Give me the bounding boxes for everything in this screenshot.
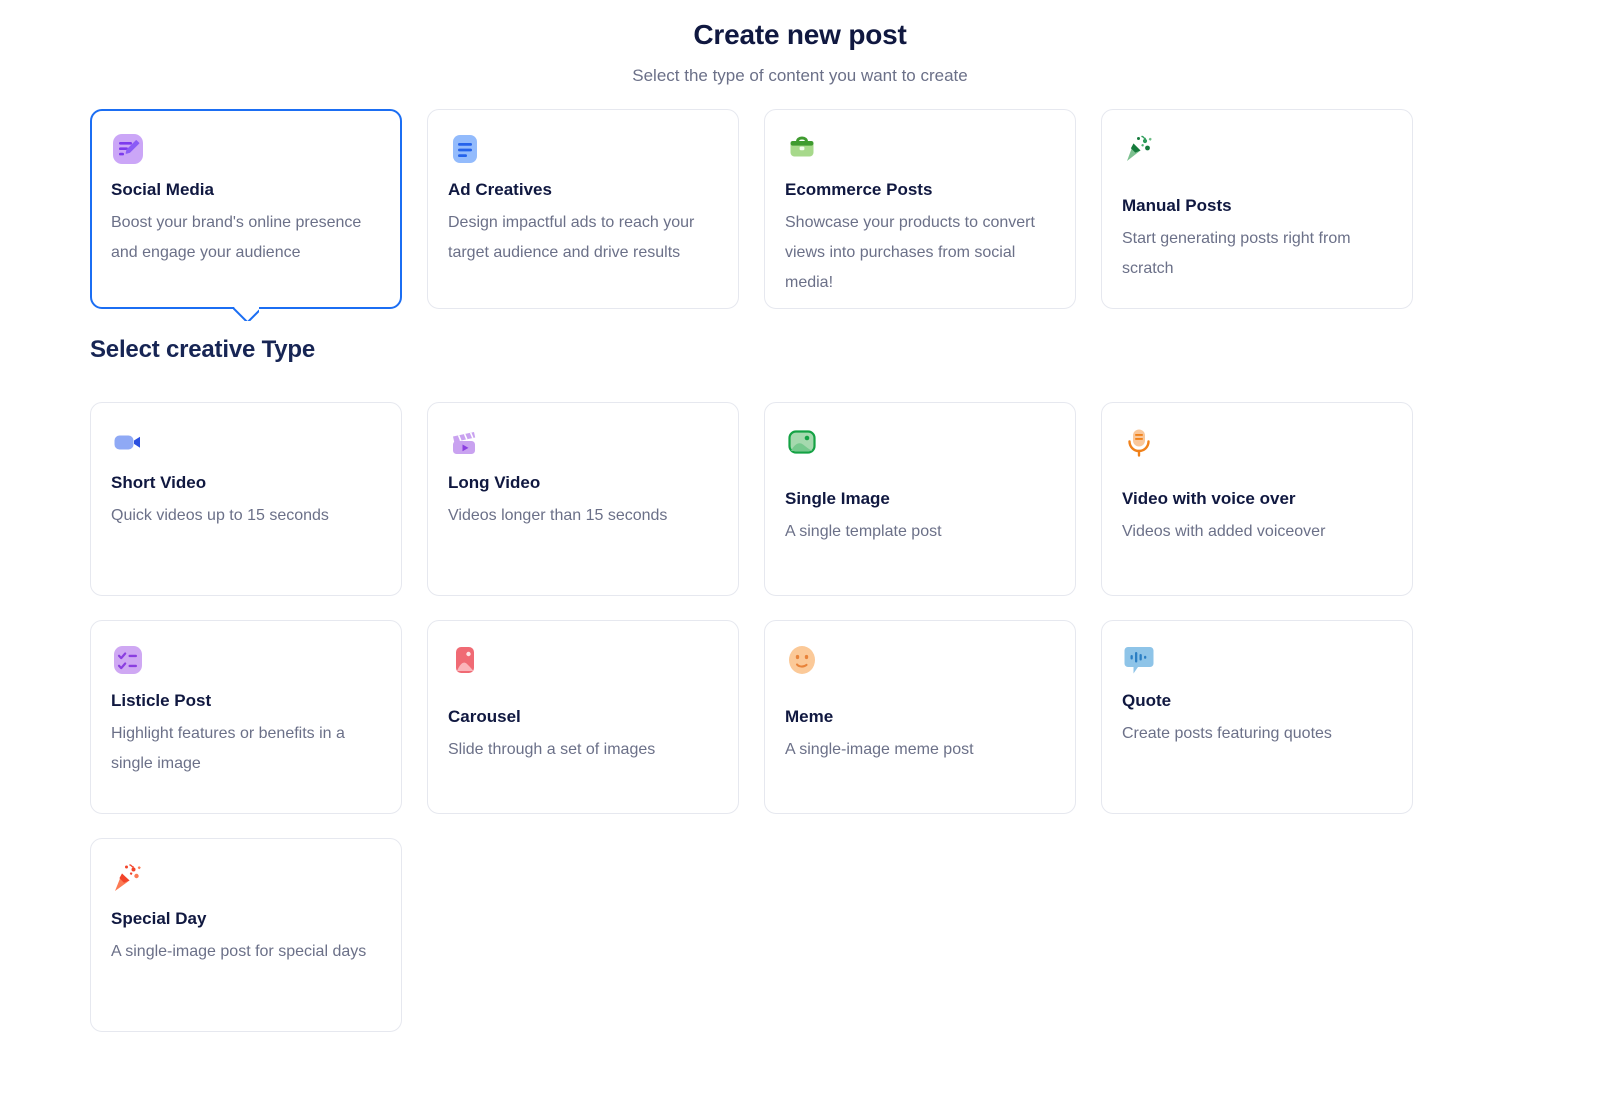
post-type-card-social-media[interactable]: Social Media Boost your brand's online p… xyxy=(90,109,402,309)
image-icon xyxy=(785,425,819,459)
creative-type-card-short-video[interactable]: Short Video Quick videos up to 15 second… xyxy=(90,402,402,596)
card-title: Video with voice over xyxy=(1122,489,1296,508)
page-header: Create new post Select the type of conte… xyxy=(0,0,1600,86)
select-creative-type-heading: Select creative Type xyxy=(90,336,316,363)
microphone-icon xyxy=(1122,425,1156,459)
card-title: Listicle Post xyxy=(111,691,212,710)
post-type-grid: Social Media Boost your brand's online p… xyxy=(90,109,1415,309)
card-description: Videos with added voiceover xyxy=(1122,523,1326,541)
create-post-page: Create new post Select the type of conte… xyxy=(0,0,1600,1120)
clapperboard-icon xyxy=(448,425,482,459)
creative-type-card-special-day[interactable]: Special Day A single-image post for spec… xyxy=(90,838,402,1032)
creative-type-card-carousel[interactable]: Carousel Slide through a set of images xyxy=(427,620,739,814)
creative-type-card-quote[interactable]: Quote Create posts featuring quotes xyxy=(1101,620,1413,814)
creative-type-card-single-image[interactable]: Single Image A single template post xyxy=(764,402,1076,596)
video-camera-icon xyxy=(111,425,145,459)
page-subtitle: Select the type of content you want to c… xyxy=(632,65,968,85)
speech-bubble-waveform-icon xyxy=(1122,643,1156,677)
creative-type-card-video-with-voice-over[interactable]: Video with voice over Videos with added … xyxy=(1101,402,1413,596)
card-title: Single Image xyxy=(785,489,890,508)
card-title: Ecommerce Posts xyxy=(785,180,933,199)
card-description: Slide through a set of images xyxy=(448,741,656,759)
checklist-icon xyxy=(111,643,145,677)
creative-type-grid: Short Video Quick videos up to 15 second… xyxy=(90,402,1415,1032)
note-pencil-icon xyxy=(111,132,145,166)
card-description: Design impactful ads to reach your targe… xyxy=(448,214,695,261)
party-popper-orange-icon xyxy=(111,861,145,895)
card-title: Special Day xyxy=(111,909,207,928)
creative-type-card-meme[interactable]: Meme A single-image meme post xyxy=(764,620,1076,814)
card-title: Manual Posts xyxy=(1122,196,1232,215)
card-description: Videos longer than 15 seconds xyxy=(448,507,668,525)
document-lines-icon xyxy=(448,132,482,166)
card-description: A single-image post for special days xyxy=(111,943,367,961)
post-type-card-manual-posts[interactable]: Manual Posts Start generating posts righ… xyxy=(1101,109,1413,309)
card-title: Carousel xyxy=(448,707,521,726)
card-description: Start generating posts right from scratc… xyxy=(1122,230,1351,277)
card-title: Meme xyxy=(785,707,834,726)
card-title: Quote xyxy=(1122,691,1172,710)
creative-type-card-listicle-post[interactable]: Listicle Post Highlight features or bene… xyxy=(90,620,402,814)
page-title: Create new post xyxy=(693,19,907,50)
party-popper-green-icon xyxy=(1122,132,1156,166)
creative-type-card-long-video[interactable]: Long Video Videos longer than 15 seconds xyxy=(427,402,739,596)
card-description: A single-image meme post xyxy=(785,741,974,759)
selected-card-pointer xyxy=(233,307,259,321)
card-description: Showcase your products to convert views … xyxy=(785,214,1035,291)
card-description: Quick videos up to 15 seconds xyxy=(111,507,329,525)
post-type-card-ecommerce-posts[interactable]: Ecommerce Posts Showcase your products t… xyxy=(764,109,1076,309)
card-title: Long Video xyxy=(448,473,541,492)
card-description: Create posts featuring quotes xyxy=(1122,725,1332,743)
image-stack-icon xyxy=(448,643,482,677)
card-description: Highlight features or benefits in a sing… xyxy=(111,725,345,772)
card-description: Boost your brand's online presence and e… xyxy=(111,214,362,261)
card-description: A single template post xyxy=(785,523,942,541)
card-title: Ad Creatives xyxy=(448,180,552,199)
smiley-face-icon xyxy=(785,643,819,677)
card-title: Social Media xyxy=(111,180,214,199)
briefcase-icon xyxy=(785,132,819,166)
post-type-card-ad-creatives[interactable]: Ad Creatives Design impactful ads to rea… xyxy=(427,109,739,309)
card-title: Short Video xyxy=(111,473,207,492)
